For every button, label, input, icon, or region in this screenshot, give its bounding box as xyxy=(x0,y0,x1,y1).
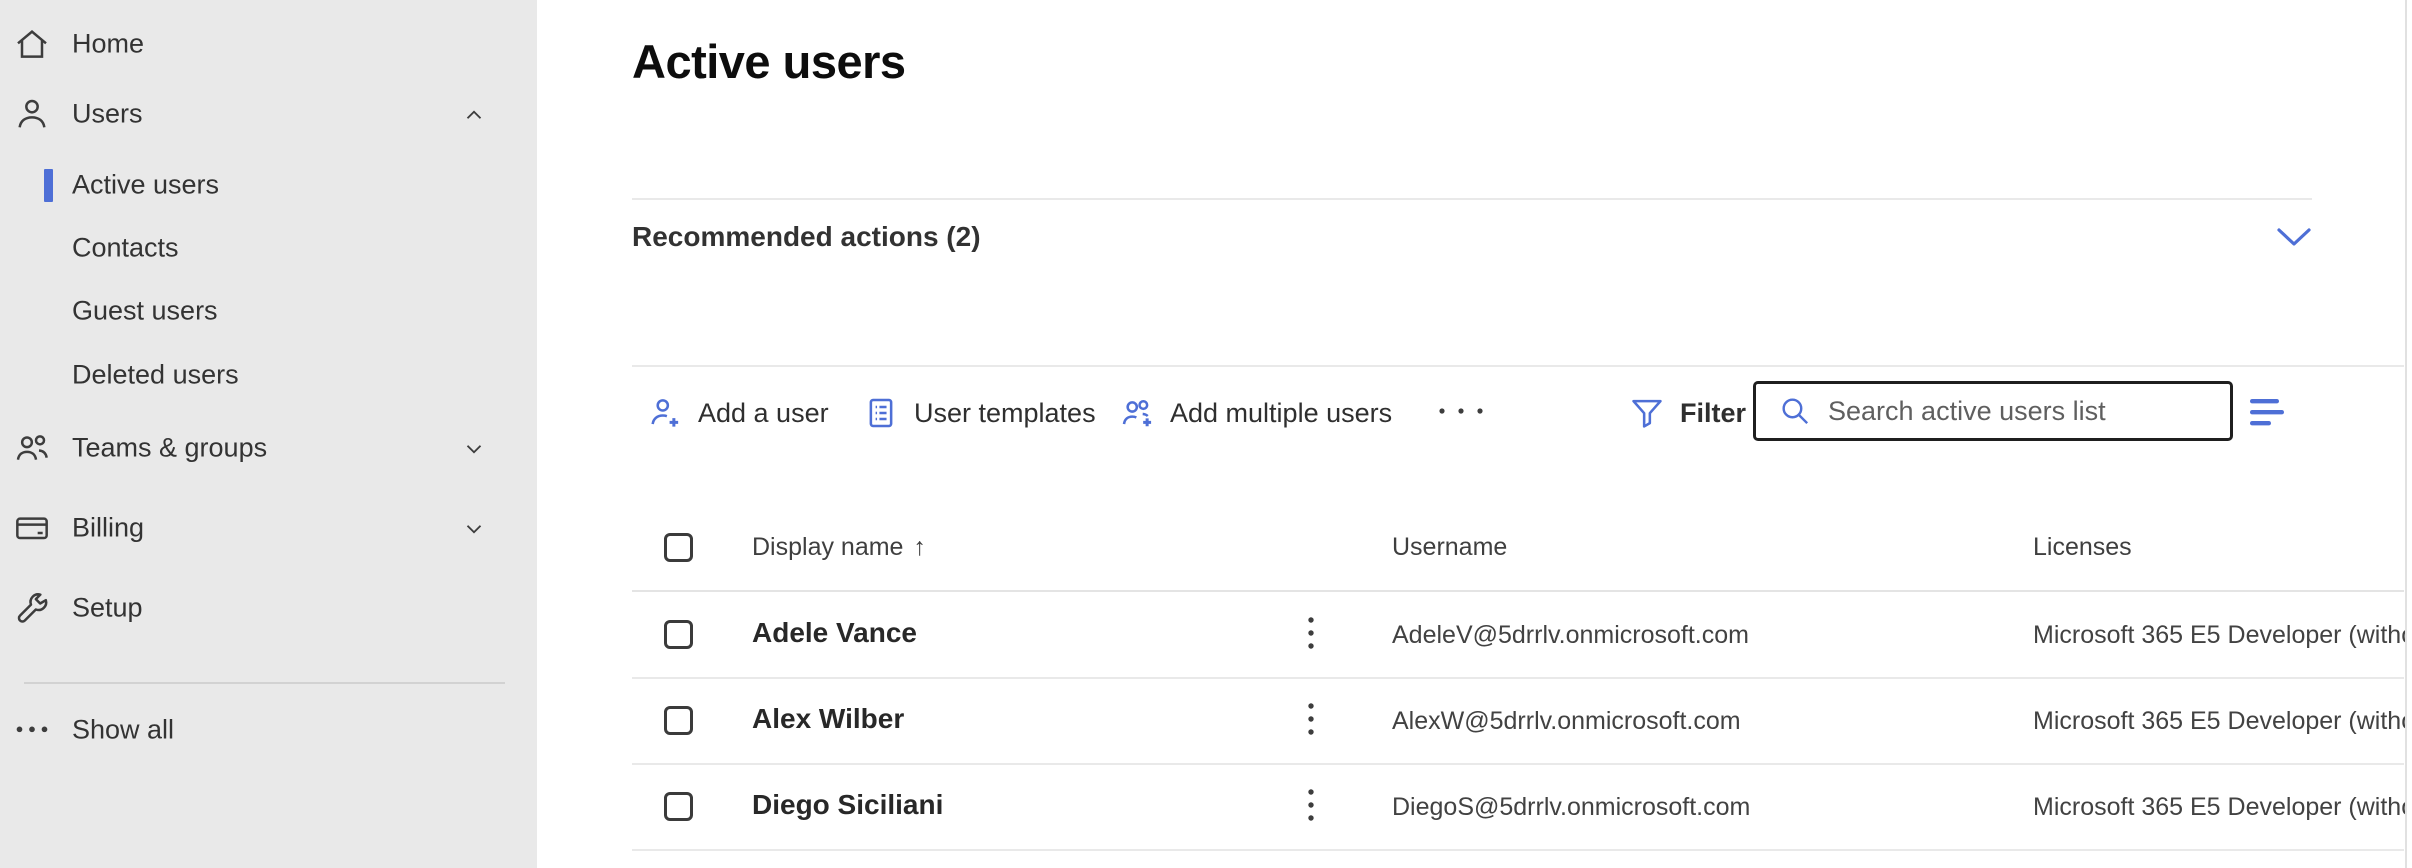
chevron-down-icon xyxy=(461,436,487,462)
section-divider xyxy=(632,198,2312,200)
home-icon xyxy=(12,24,52,64)
user-licenses: Microsoft 365 E5 Developer (withou xyxy=(2033,793,2406,822)
user-display-name[interactable]: Alex Wilber xyxy=(752,703,904,735)
sidebar-item-home[interactable]: Home xyxy=(0,16,537,72)
people-icon xyxy=(12,428,52,468)
select-all-checkbox[interactable] xyxy=(664,533,693,562)
sidebar-item-label: Billing xyxy=(72,513,144,544)
user-username: AdeleV@5drrlv.onmicrosoft.com xyxy=(1392,621,1749,650)
user-username: DiegoS@5drrlv.onmicrosoft.com xyxy=(1392,793,1750,822)
search-box xyxy=(1753,381,2233,441)
user-licenses: Microsoft 365 E5 Developer (withou xyxy=(2033,621,2406,650)
search-icon xyxy=(1778,394,1812,428)
column-header-licenses[interactable]: Licenses xyxy=(2033,533,2132,562)
chevron-up-icon xyxy=(461,102,487,128)
sidebar-item-label: Users xyxy=(72,99,143,130)
more-actions-button[interactable] xyxy=(1435,404,1487,418)
sidebar-item-users[interactable]: Users xyxy=(0,86,537,142)
wrench-icon xyxy=(12,588,52,628)
add-a-user-button[interactable]: Add a user xyxy=(646,392,829,434)
sidebar-item-teams-groups[interactable]: Teams & groups xyxy=(0,420,537,476)
sort-ascending-arrow: ↑ xyxy=(913,533,926,561)
user-templates-label: User templates xyxy=(914,398,1096,429)
sidebar-item-label: Home xyxy=(72,29,144,60)
sidebar-item-label: Guest users xyxy=(72,296,218,327)
credit-card-icon xyxy=(12,508,52,548)
sidebar-item-label: Teams & groups xyxy=(72,433,267,464)
row-checkbox[interactable] xyxy=(664,706,693,735)
column-header-username[interactable]: Username xyxy=(1392,533,1507,562)
sidebar-item-label: Active users xyxy=(72,170,219,201)
selected-indicator xyxy=(44,169,53,202)
ellipsis-icon xyxy=(12,716,52,756)
main-content: Active users Recommended actions (2) Add… xyxy=(537,0,2412,868)
sidebar-item-active-users[interactable]: Active users xyxy=(0,157,537,213)
search-input[interactable] xyxy=(1828,396,2208,427)
row-more-actions-icon[interactable] xyxy=(1305,614,1317,654)
filter-button[interactable]: Filter xyxy=(1628,392,1746,434)
sidebar-item-label: Setup xyxy=(72,593,143,624)
filter-label: Filter xyxy=(1680,398,1746,429)
column-header-display-name[interactable]: Display name↑ xyxy=(752,533,926,562)
sidebar-item-label: Contacts xyxy=(72,233,179,264)
add-multiple-users-button[interactable]: Add multiple users xyxy=(1118,392,1392,434)
user-username: AlexW@5drrlv.onmicrosoft.com xyxy=(1392,707,1741,736)
table-header-divider xyxy=(632,590,2404,592)
row-divider xyxy=(632,849,2404,851)
add-a-user-label: Add a user xyxy=(698,398,829,429)
user-icon xyxy=(12,94,52,134)
sidebar-item-guest-users[interactable]: Guest users xyxy=(0,283,537,339)
user-templates-button[interactable]: User templates xyxy=(862,392,1096,434)
row-divider xyxy=(632,677,2404,679)
row-more-actions-icon[interactable] xyxy=(1305,700,1317,740)
sidebar-item-label: Deleted users xyxy=(72,360,239,391)
sidebar-item-label: Show all xyxy=(72,715,174,746)
chevron-down-icon xyxy=(461,516,487,542)
sidebar-item-show-all[interactable]: Show all xyxy=(0,702,537,758)
recommended-actions-header[interactable]: Recommended actions (2) xyxy=(632,221,981,253)
row-divider xyxy=(632,763,2404,765)
row-checkbox[interactable] xyxy=(664,620,693,649)
scrollbar-track-edge xyxy=(2405,0,2407,868)
user-licenses: Microsoft 365 E5 Developer (withou xyxy=(2033,707,2406,736)
chevron-down-icon[interactable] xyxy=(2275,222,2313,252)
row-more-actions-icon[interactable] xyxy=(1305,786,1317,826)
section-divider xyxy=(632,365,2404,367)
page-title: Active users xyxy=(632,34,906,89)
add-multiple-users-label: Add multiple users xyxy=(1170,398,1392,429)
user-display-name[interactable]: Diego Siciliani xyxy=(752,789,943,821)
sidebar-item-setup[interactable]: Setup xyxy=(0,580,537,636)
filter-funnel-icon xyxy=(1628,394,1666,432)
sidebar-item-deleted-users[interactable]: Deleted users xyxy=(0,347,537,403)
sidebar-item-contacts[interactable]: Contacts xyxy=(0,220,537,276)
add-person-icon xyxy=(646,394,684,432)
row-checkbox[interactable] xyxy=(664,792,693,821)
user-display-name[interactable]: Adele Vance xyxy=(752,617,917,649)
sort-lines-icon[interactable] xyxy=(2250,397,2290,431)
add-people-icon xyxy=(1118,394,1156,432)
sidebar-item-billing[interactable]: Billing xyxy=(0,500,537,556)
m365-admin-active-users-page: Home Users Active users Contacts Guest u… xyxy=(0,0,2412,868)
template-list-icon xyxy=(862,394,900,432)
sidebar-divider xyxy=(24,682,505,684)
sidebar-nav: Home Users Active users Contacts Guest u… xyxy=(0,0,537,868)
